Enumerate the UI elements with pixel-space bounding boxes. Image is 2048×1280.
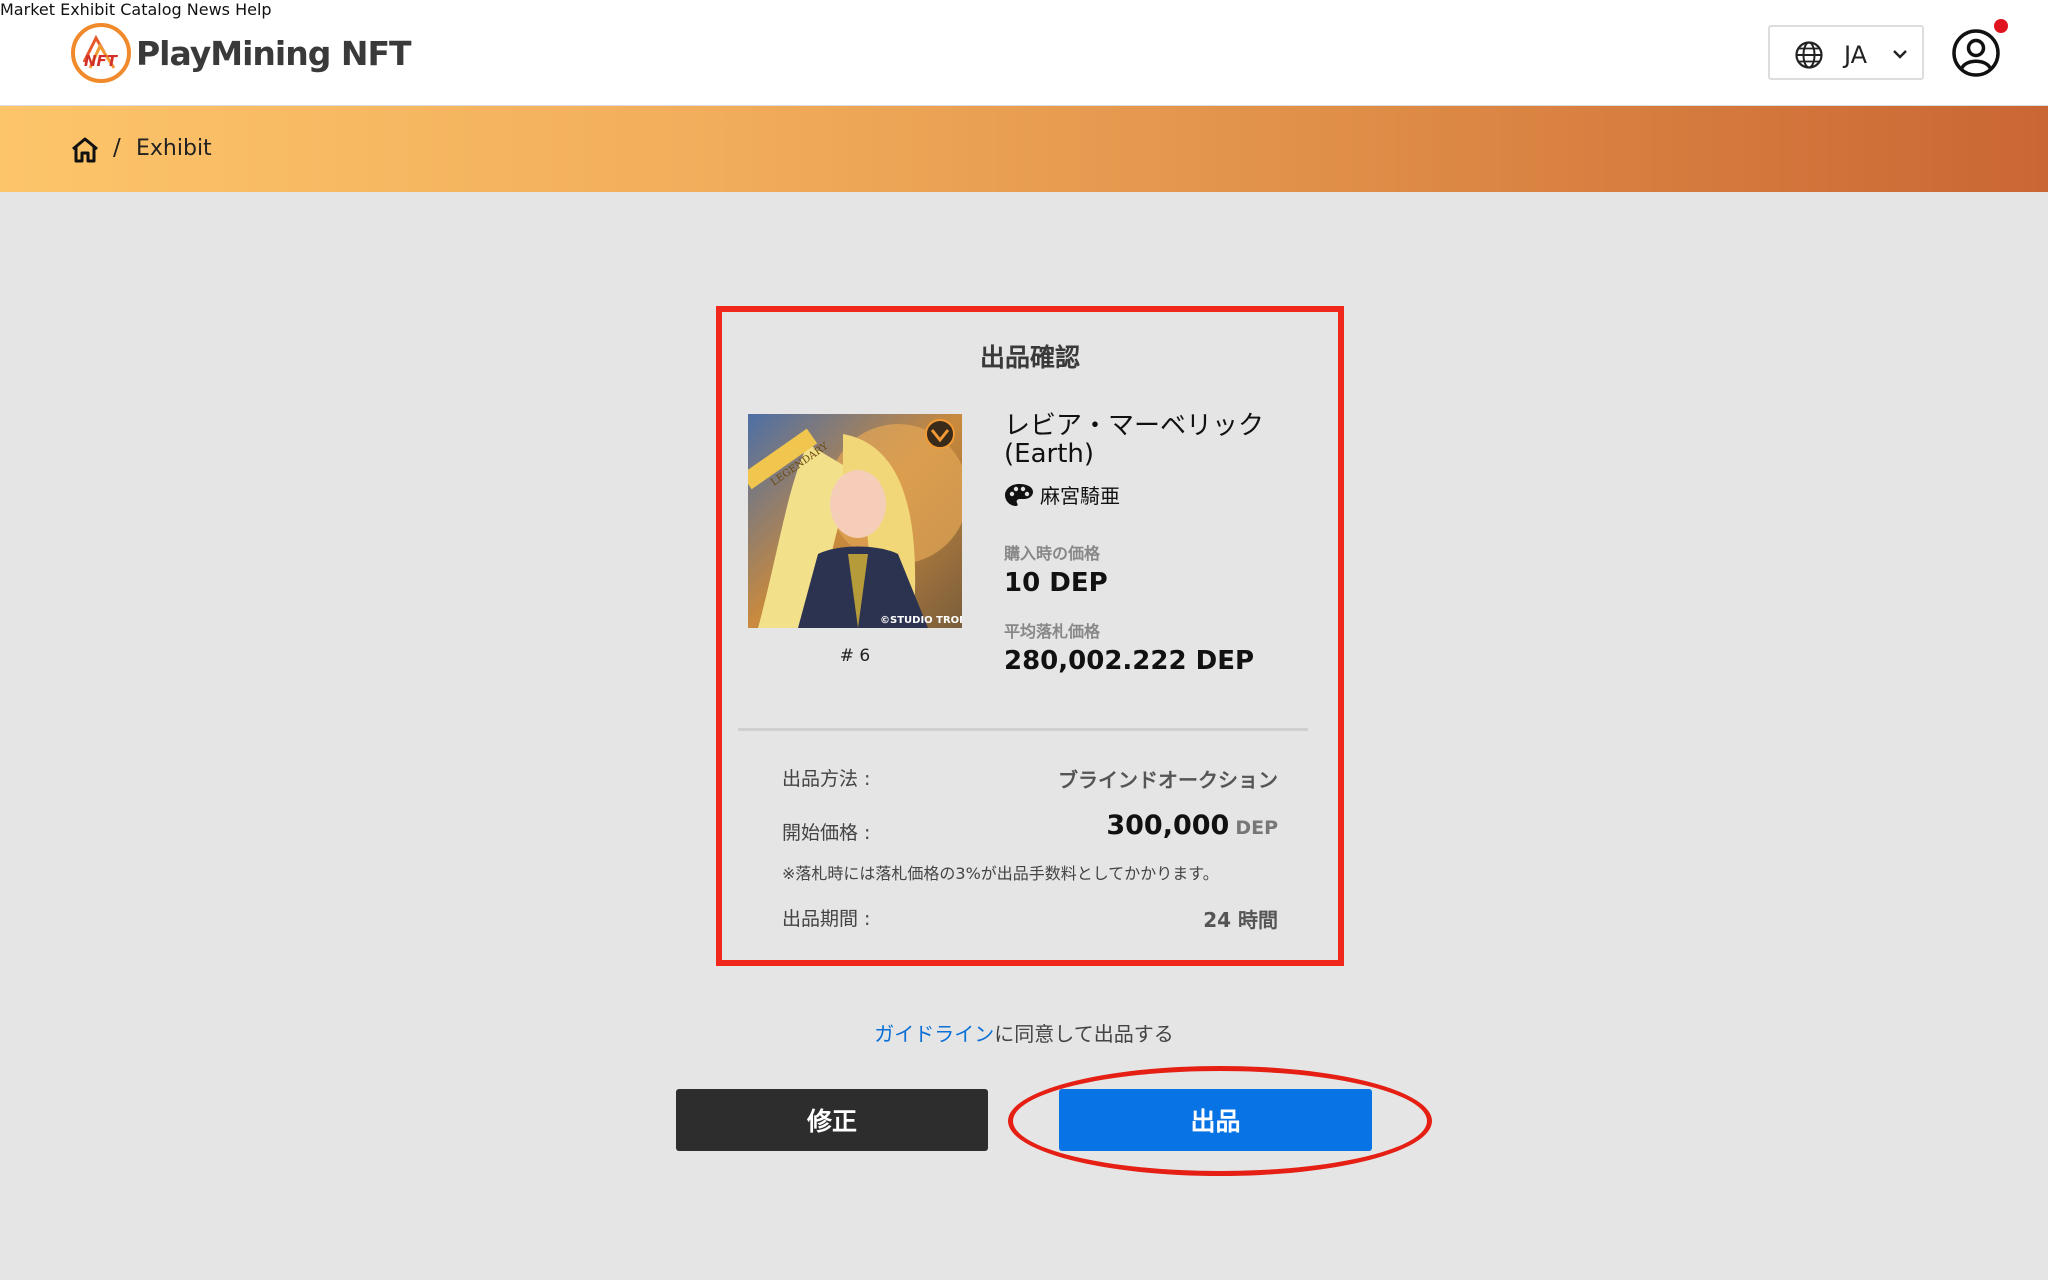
notification-dot	[1994, 19, 2008, 33]
brand-name: PlayMining NFT	[136, 33, 411, 73]
breadcrumb-band: / Exhibit	[0, 106, 2048, 192]
period-value: 24 時間	[1203, 908, 1278, 932]
guideline-link[interactable]: ガイドライン	[874, 1022, 994, 1046]
start-price-unit: DEP	[1235, 817, 1278, 839]
creator: 麻宮騎亜	[1004, 480, 1120, 509]
brand-logo[interactable]: NFT PlayMining NFT	[70, 22, 411, 84]
nav-catalog[interactable]: Catalog	[120, 0, 181, 19]
guideline-consent: ガイドラインに同意して出品する	[0, 1018, 2048, 1047]
start-price-value: 300,000 DEP	[1106, 810, 1278, 841]
method-label: 出品方法 :	[782, 768, 871, 790]
breadcrumb-current: Exhibit	[136, 136, 212, 161]
start-price-label: 開始価格 :	[782, 822, 871, 844]
consent-text: に同意して出品する	[994, 1022, 1174, 1046]
edit-button[interactable]: 修正	[676, 1089, 988, 1151]
nav-help[interactable]: Help	[235, 0, 271, 19]
top-header: NFT PlayMining NFT Market Exhibit Catalo…	[0, 0, 2048, 106]
card-title: 出品確認	[979, 343, 1080, 372]
nav-exhibit[interactable]: Exhibit	[60, 0, 115, 19]
fee-note: ※落札時には落札価格の3%が出品手数料としてかかります。	[782, 864, 1219, 883]
thumb-credit: ©STUDIO TRON	[880, 615, 962, 626]
language-label: JA	[1844, 41, 1868, 69]
palette-icon	[1005, 483, 1033, 506]
nav-market[interactable]: Market	[0, 0, 55, 19]
breadcrumb-separator: /	[113, 135, 121, 161]
method-value: ブラインドオークション	[1058, 768, 1278, 792]
card-divider	[738, 728, 1308, 731]
globe-icon	[1795, 41, 1823, 69]
period-label: 出品期間 :	[782, 908, 871, 930]
chevron-down-icon	[1893, 50, 1907, 59]
token-id: # 6	[839, 646, 871, 666]
nft-name: レビア・マーベリック (Earth)	[1004, 411, 1265, 469]
language-selector[interactable]: JA	[1768, 25, 1924, 80]
nav-news[interactable]: News	[187, 0, 230, 19]
purchase-price-label: 購入時の価格	[1004, 544, 1101, 563]
exhibit-confirm-card: 出品確認 LEGENDARY ©STUDIO TRON # 6 レビア・マーベリ…	[716, 306, 1344, 966]
user-circle-icon[interactable]	[1951, 28, 2001, 78]
svg-text:NFT: NFT	[84, 52, 119, 70]
nft-thumbnail: LEGENDARY ©STUDIO TRON	[748, 414, 962, 628]
avg-price-label: 平均落札価格	[1004, 622, 1101, 641]
start-price-number: 300,000	[1106, 810, 1230, 841]
home-icon[interactable]	[70, 136, 100, 164]
nft-artwork-image: LEGENDARY ©STUDIO TRON	[748, 414, 962, 628]
creator-name: 麻宮騎亜	[1040, 484, 1120, 508]
avg-price-value: 280,002.222 DEP	[1004, 646, 1255, 676]
playmining-logo-icon: NFT	[71, 23, 131, 83]
purchase-price-value: 10 DEP	[1004, 568, 1108, 598]
exhibit-submit-button[interactable]: 出品	[1059, 1089, 1372, 1151]
